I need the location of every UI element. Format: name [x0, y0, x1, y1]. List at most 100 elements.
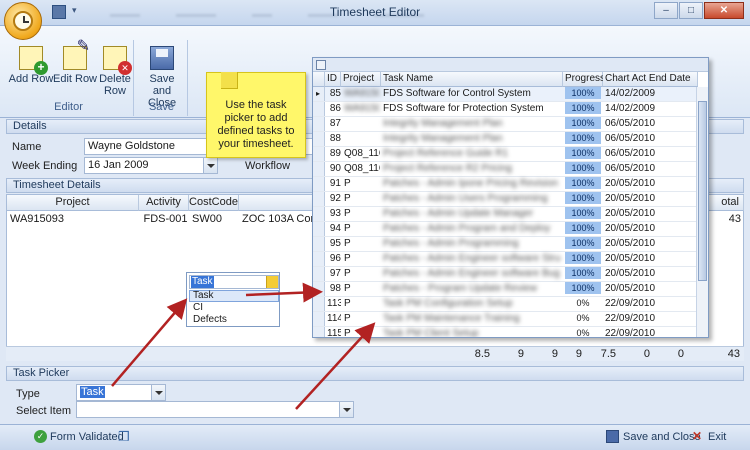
popup-row[interactable]: 97 P Patches - Admin Engineer software Bug…: [313, 267, 698, 282]
popup-row[interactable]: 91 P Patches - Admin Ipone Pricing Revisio…: [313, 177, 698, 192]
popup-row[interactable]: 86WA915093FDS Software for Protection Sy…: [313, 102, 698, 117]
pin-icon[interactable]: [316, 60, 326, 70]
row-project: P: [344, 328, 351, 338]
popup-row[interactable]: 114P Task PM Maintenance Training 0% 22/09/…: [313, 312, 698, 327]
popup-column-id[interactable]: ID: [325, 72, 341, 87]
task-picker-popup[interactable]: ID Project Task Name Progress Chart Act …: [312, 57, 709, 338]
row-progress: 0%: [576, 328, 590, 338]
popup-row[interactable]: 90Q08_116Project Reference R2 Pricing 100…: [313, 162, 698, 177]
row-project: WA915093: [344, 103, 380, 114]
row-indicator: [313, 177, 325, 191]
row-project: P: [344, 193, 351, 204]
row-progress: 100%: [565, 177, 601, 189]
column-costcode[interactable]: CostCode: [189, 195, 239, 211]
row-id: 98: [329, 283, 341, 294]
popup-row[interactable]: 94 P Patches - Admin Program and Deploy 100…: [313, 222, 698, 237]
week-ending-field[interactable]: 16 Jan 2009: [84, 157, 218, 174]
row-id: 96: [329, 253, 341, 264]
row-indicator: [313, 192, 325, 206]
row-end-date: 20/05/2010: [605, 238, 656, 249]
chevron-down-icon[interactable]: [339, 402, 353, 417]
row-indicator: ▸: [313, 87, 325, 101]
popup-row[interactable]: 95 P Patches - Admin Programming 100% 20/05/…: [313, 237, 698, 252]
row-end-date: 06/05/2010: [605, 118, 656, 129]
type-dropdown-list[interactable]: Task Task CI Defects: [186, 272, 280, 327]
row-end-date: 20/05/2010: [605, 253, 656, 264]
popup-toolbar: [313, 58, 708, 72]
window-buttons: – □ ✕: [654, 2, 744, 19]
name-label: Name: [12, 141, 42, 153]
exit-button[interactable]: Exit: [708, 431, 726, 443]
popup-column-end-date[interactable]: Chart Act End Date: [603, 72, 698, 87]
application-menu-button[interactable]: [4, 2, 42, 40]
popup-column-task-name[interactable]: Task Name: [381, 72, 563, 87]
row-id: 114: [327, 313, 341, 324]
popup-row[interactable]: ▸ 85WA915093FDS Software for Control Syst…: [313, 87, 698, 102]
row-id: 115: [327, 328, 341, 338]
popup-row[interactable]: 96 P Patches - Admin Engineer software Str…: [313, 252, 698, 267]
popup-column-progress[interactable]: Progress: [563, 72, 605, 87]
popup-row[interactable]: 87 Integrity Management Plan 100% 06/05/201…: [313, 117, 698, 132]
popup-row[interactable]: 113P Task PM Configuration Setup 0% 22/09/2…: [313, 297, 698, 312]
save-and-close-ribbon-button[interactable]: Save and Close: [139, 46, 185, 109]
row-progress: 100%: [565, 87, 601, 99]
row-end-date: 20/05/2010: [605, 208, 656, 219]
save-and-close-button[interactable]: Save and Close: [623, 431, 701, 443]
cell-activity[interactable]: FDS-001: [139, 212, 189, 228]
popup-row[interactable]: 98 P Patches - Program Update Review 100% 20…: [313, 282, 698, 297]
popup-row[interactable]: 89Q08_116Project Reference Guide R1 100% 0…: [313, 147, 698, 162]
type-dropdown-header[interactable]: Task: [189, 275, 279, 289]
column-project[interactable]: Project: [7, 195, 139, 211]
row-indicator: [313, 297, 325, 311]
total-1: 8.5: [474, 348, 490, 360]
popup-column-project[interactable]: Project: [341, 72, 381, 87]
type-dropdown-selected: Task: [191, 276, 214, 288]
row-project: P: [344, 238, 351, 249]
add-row-label: Add Row: [8, 73, 54, 85]
row-task-name: FDS Software for Control System: [383, 88, 531, 99]
row-indicator: [313, 312, 325, 326]
chevron-down-icon[interactable]: [266, 276, 278, 288]
ribbon-group-editor: Add Row Edit Row Delete Row Editor: [4, 40, 134, 116]
row-id: 94: [329, 223, 341, 234]
popup-row[interactable]: 93 P Patches - Admin Update Manager 100% 20/…: [313, 207, 698, 222]
popup-row[interactable]: 115P Task PM Client Setup 0% 22/09/2010: [313, 327, 698, 338]
maximize-button[interactable]: □: [679, 2, 703, 19]
chevron-down-icon[interactable]: [151, 385, 165, 400]
type-option-defects[interactable]: Defects: [189, 315, 279, 327]
row-end-date: 14/02/2009: [605, 88, 656, 99]
row-id: 113: [327, 298, 341, 309]
row-indicator: [313, 327, 325, 337]
select-item-combo[interactable]: [76, 401, 354, 418]
task-picker-header: Task Picker: [6, 366, 744, 381]
close-button[interactable]: ✕: [704, 2, 744, 19]
row-indicator-header: [313, 72, 325, 87]
row-progress: 100%: [565, 102, 601, 114]
row-project: P: [344, 253, 351, 264]
add-row-button[interactable]: Add Row: [8, 46, 54, 85]
row-task-name: Patches - Admin Engineer software Struct…: [383, 253, 561, 264]
document-icon[interactable]: ❒: [118, 429, 130, 445]
popup-row[interactable]: 92 P Patches - Admin Users Programming 100%…: [313, 192, 698, 207]
cell-project[interactable]: WA915093: [7, 212, 139, 228]
row-progress: 100%: [565, 222, 601, 234]
row-task-name: Project Reference Guide R1: [383, 148, 509, 159]
type-option-task[interactable]: Task: [189, 290, 279, 302]
row-id: 95: [329, 238, 341, 249]
popup-scrollbar[interactable]: [696, 87, 708, 337]
chevron-down-icon[interactable]: [203, 158, 217, 173]
cell-costcode[interactable]: SW00: [189, 212, 239, 228]
type-combo[interactable]: Task: [76, 384, 166, 401]
row-project: P: [344, 208, 351, 219]
row-task-name: Task PM Maintenance Training: [383, 313, 520, 324]
row-id: 88: [329, 133, 341, 144]
ribbon-group-editor-label: Editor: [54, 101, 83, 113]
minimize-button[interactable]: –: [654, 2, 678, 19]
scrollbar-thumb[interactable]: [698, 101, 707, 281]
column-activity[interactable]: Activity: [139, 195, 189, 211]
row-end-date: 06/05/2010: [605, 148, 656, 159]
row-end-date: 06/05/2010: [605, 163, 656, 174]
delete-row-button[interactable]: Delete Row: [92, 46, 138, 97]
popup-row[interactable]: 88 Integrity Management Plan 100% 06/05/201…: [313, 132, 698, 147]
row-indicator: [313, 207, 325, 221]
